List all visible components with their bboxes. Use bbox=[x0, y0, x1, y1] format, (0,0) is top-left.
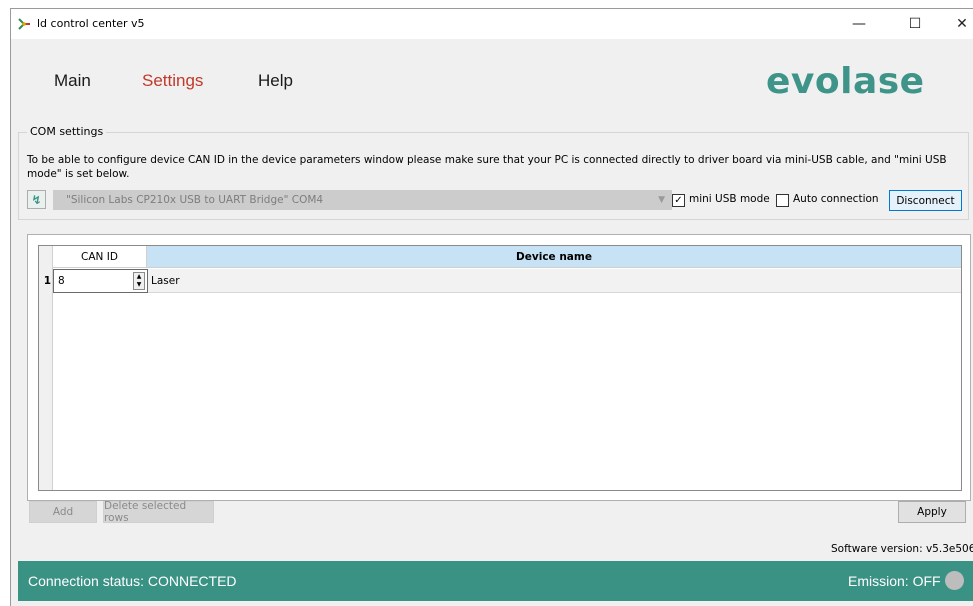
connection-status: Connection status: CONNECTED bbox=[28, 573, 237, 589]
close-button[interactable]: ✕ bbox=[940, 9, 973, 39]
menu-help[interactable]: Help bbox=[258, 71, 293, 91]
column-header-can-id[interactable]: CAN ID bbox=[53, 246, 147, 268]
refresh-ports-button[interactable]: ↯ bbox=[27, 190, 46, 209]
chevron-down-icon: ▼ bbox=[658, 195, 665, 205]
minimize-button[interactable]: — bbox=[837, 9, 881, 39]
spin-arrows-icon[interactable]: ▲ ▼ bbox=[133, 272, 145, 290]
refresh-icon: ↯ bbox=[31, 192, 42, 207]
title-bar: ld control center v5 — ☐ ✕ bbox=[11, 9, 973, 39]
window-title: ld control center v5 bbox=[37, 17, 145, 30]
can-id-value: 8 bbox=[58, 275, 65, 287]
mini-usb-mode-checkbox[interactable]: ✓ bbox=[672, 194, 685, 207]
background-strip bbox=[0, 0, 10, 606]
brand-logo: evolase bbox=[766, 61, 925, 102]
app-icon bbox=[18, 18, 30, 30]
menu-main[interactable]: Main bbox=[54, 71, 91, 91]
row-number[interactable]: 1 bbox=[39, 269, 53, 293]
device-table: CAN ID Device name 1 8 ▲ ▼ Laser bbox=[38, 245, 962, 491]
software-version: Software version: v5.3e506b bbox=[831, 543, 973, 555]
status-bar: Connection status: CONNECTED Emission: O… bbox=[18, 561, 973, 601]
device-name-cell[interactable]: Laser bbox=[148, 269, 961, 293]
port-select[interactable]: "Silicon Labs CP210x USB to UART Bridge"… bbox=[53, 190, 672, 210]
device-table-panel: CAN ID Device name 1 8 ▲ ▼ Laser bbox=[27, 234, 971, 501]
auto-connection-label: Auto connection bbox=[793, 193, 879, 205]
delete-selected-rows-button[interactable]: Delete selected rows bbox=[103, 500, 214, 524]
apply-button[interactable]: Apply bbox=[898, 501, 966, 523]
disconnect-button[interactable]: Disconnect bbox=[889, 190, 962, 211]
auto-connection-checkbox[interactable] bbox=[776, 194, 789, 207]
menu-settings[interactable]: Settings bbox=[142, 71, 203, 91]
can-id-spinbox[interactable]: 8 ▲ ▼ bbox=[53, 269, 148, 293]
app-window: ld control center v5 — ☐ ✕ Main Settings… bbox=[10, 8, 973, 606]
column-header-device-name[interactable]: Device name bbox=[147, 246, 961, 268]
emission-status: Emission: OFF bbox=[848, 573, 941, 589]
emission-indicator-icon bbox=[945, 571, 964, 590]
port-select-value: "Silicon Labs CP210x USB to UART Bridge"… bbox=[66, 194, 324, 206]
com-settings-title: COM settings bbox=[27, 125, 107, 138]
com-settings-info: To be able to configure device CAN ID in… bbox=[27, 154, 947, 180]
add-button[interactable]: Add bbox=[29, 501, 97, 523]
mini-usb-mode-label: mini USB mode bbox=[689, 193, 770, 205]
maximize-button[interactable]: ☐ bbox=[893, 9, 937, 39]
